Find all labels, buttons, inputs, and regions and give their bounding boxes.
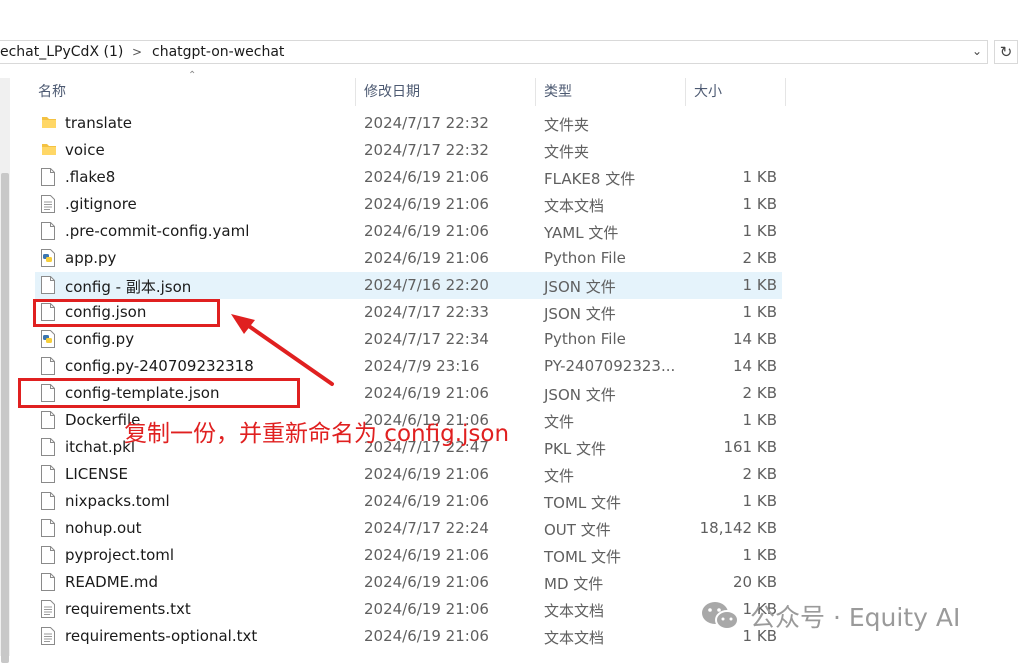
watermark-text: 公众号 · Equity AI (750, 603, 961, 632)
annotation-text: 复制一份，并重新命名为 config.json (124, 421, 510, 447)
watermark: 公众号 · Equity AI (700, 596, 960, 636)
wechat-icon (702, 602, 739, 630)
annotation-arrow (231, 314, 334, 386)
